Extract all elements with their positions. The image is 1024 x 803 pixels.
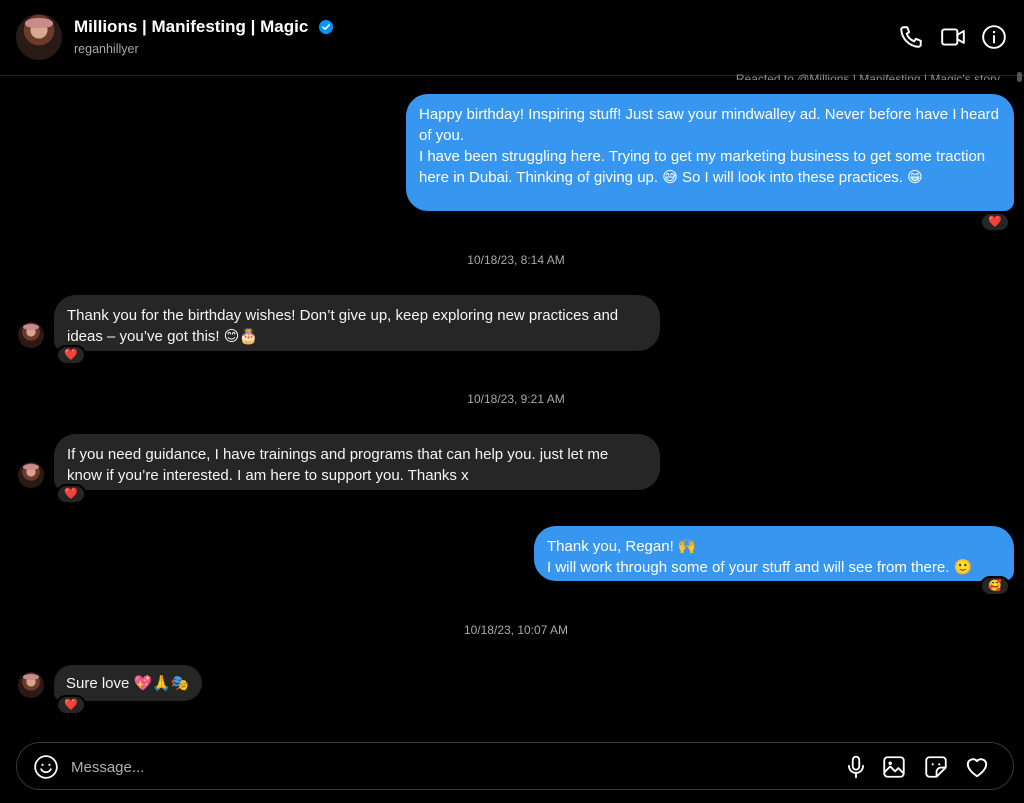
incoming-message[interactable]: Thank you for the birthday wishes! Don’t… (54, 295, 660, 351)
profile-avatar[interactable] (16, 14, 62, 60)
message-composer (16, 742, 1014, 790)
heart-reaction[interactable]: ❤️ (980, 212, 1010, 232)
smiling-face-reaction[interactable]: 🥰 (980, 576, 1010, 596)
microphone-icon[interactable] (843, 754, 869, 780)
heart-reaction[interactable]: ❤️ (56, 345, 86, 365)
timestamp: 10/18/23, 10:07 AM (463, 623, 569, 637)
phone-icon[interactable] (898, 24, 924, 50)
chat-title[interactable]: Millions | Manifesting | Magic (74, 17, 308, 37)
chat-handle: reganhillyer (74, 42, 139, 56)
story-reaction-note: Reacted to @Millions | Manifesting | Mag… (735, 72, 1000, 80)
heart-icon[interactable] (964, 754, 990, 780)
heart-reaction[interactable]: ❤️ (56, 484, 86, 504)
outgoing-message[interactable]: Happy birthday! Inspiring stuff! Just sa… (406, 94, 1014, 211)
timestamp: 10/18/23, 8:14 AM (467, 253, 565, 267)
chat-title-wrap: Millions | Manifesting | Magic (74, 17, 333, 37)
sender-avatar[interactable] (18, 322, 44, 348)
timestamp: 10/18/23, 9:21 AM (467, 392, 565, 406)
scrollbar-thumb[interactable] (1017, 72, 1022, 82)
incoming-message[interactable]: If you need guidance, I have trainings a… (54, 434, 660, 490)
image-icon[interactable] (881, 754, 907, 780)
outgoing-message[interactable]: Thank you, Regan! 🙌 I will work through … (534, 526, 1014, 581)
sender-avatar[interactable] (18, 462, 44, 488)
heart-reaction[interactable]: ❤️ (56, 695, 86, 715)
verified-badge-icon (318, 20, 333, 34)
info-icon[interactable] (981, 24, 1007, 50)
message-input[interactable] (69, 753, 773, 781)
chat-header: Millions | Manifesting | Magic reganhill… (0, 0, 1024, 76)
video-camera-icon[interactable] (940, 24, 966, 50)
sender-avatar[interactable] (18, 672, 44, 698)
emoji-icon[interactable] (33, 754, 59, 780)
sticker-icon[interactable] (923, 754, 949, 780)
